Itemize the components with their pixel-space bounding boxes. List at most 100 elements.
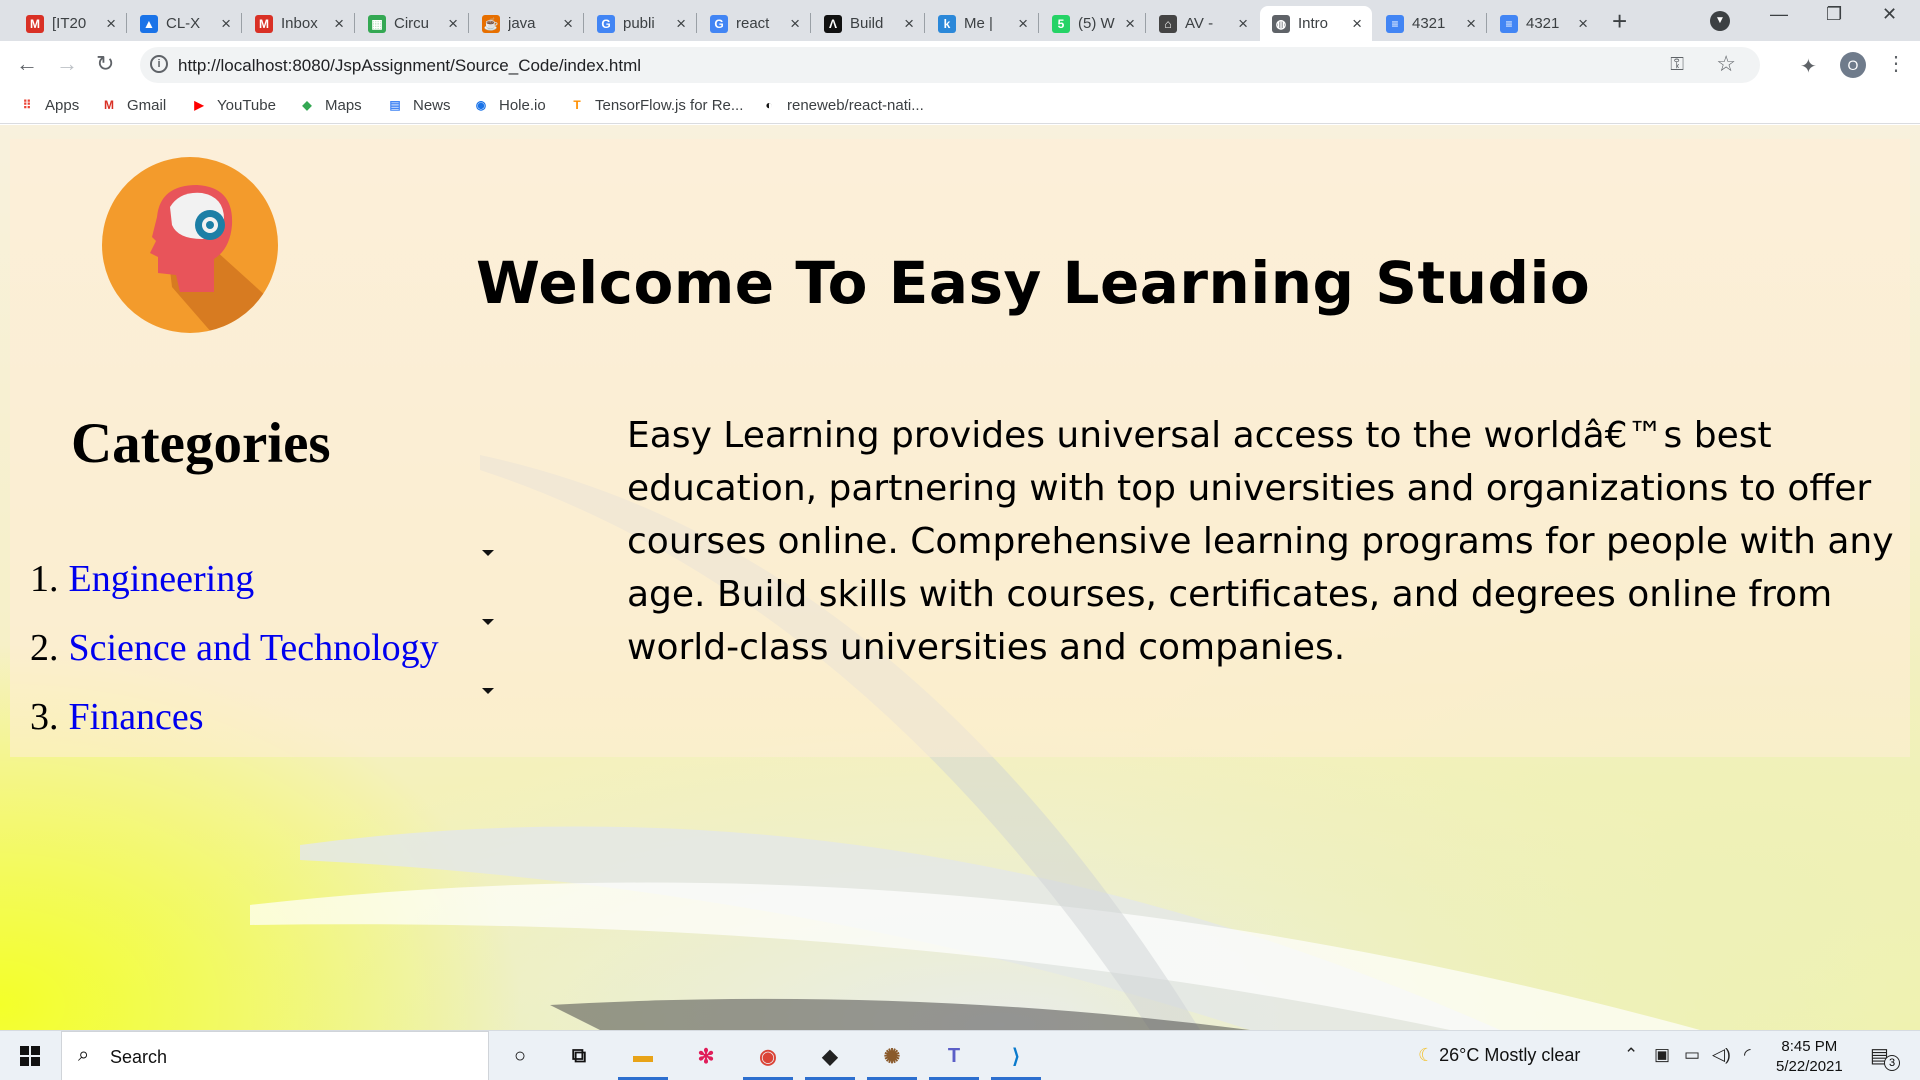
file-explorer-icon[interactable]: ▬ bbox=[626, 1039, 660, 1073]
address-bar[interactable]: i http://localhost:8080/JspAssignment/So… bbox=[140, 47, 1760, 83]
new-tab-button[interactable]: + bbox=[1612, 6, 1627, 37]
battery-icon[interactable]: ▭ bbox=[1684, 1045, 1700, 1065]
meet-icon[interactable]: ▣ bbox=[1654, 1045, 1670, 1065]
clock-date: 5/22/2021 bbox=[1776, 1058, 1843, 1075]
tab-title: java bbox=[508, 15, 536, 32]
taskbar-clock[interactable]: 8:45 PM 5/22/2021 bbox=[1776, 1037, 1843, 1077]
list-number: 3. bbox=[30, 695, 59, 738]
bookmark-item[interactable]: ◉ Hole.io bbox=[472, 96, 546, 114]
bookmark-item[interactable]: ◆ Maps bbox=[298, 96, 361, 114]
dropdown-caret-icon[interactable] bbox=[482, 688, 494, 694]
minimize-icon[interactable]: — bbox=[1770, 4, 1788, 25]
wifi-icon[interactable]: ◜ bbox=[1744, 1045, 1751, 1065]
google-icon: G bbox=[597, 14, 615, 33]
dropdown-caret-icon[interactable] bbox=[482, 619, 494, 625]
site-info-icon[interactable]: i bbox=[150, 55, 168, 73]
close-tab-icon[interactable]: × bbox=[1125, 14, 1135, 34]
gmail-icon: M bbox=[255, 14, 273, 33]
close-tab-icon[interactable]: × bbox=[790, 14, 800, 34]
close-tab-icon[interactable]: × bbox=[221, 14, 231, 34]
slack-icon[interactable]: ✻ bbox=[689, 1039, 723, 1073]
bookmark-item[interactable]: M Gmail bbox=[100, 96, 166, 114]
browser-tab[interactable]: ▦ Circu × bbox=[356, 6, 468, 41]
tab-separator bbox=[241, 13, 242, 33]
browser-tab[interactable]: M [IT20 × bbox=[14, 6, 126, 41]
category-link-science[interactable]: Science and Technology bbox=[69, 626, 439, 670]
bookmark-item[interactable]: ◐ reneweb/react-nati... bbox=[760, 96, 923, 114]
profile-avatar[interactable]: O bbox=[1840, 52, 1866, 78]
browser-tab[interactable]: ◍ Intro × bbox=[1260, 6, 1372, 41]
restore-icon[interactable]: ❐ bbox=[1826, 4, 1842, 25]
tab-title: CL-X bbox=[166, 15, 201, 32]
close-tab-icon[interactable]: × bbox=[676, 14, 686, 34]
tab-title: Intro bbox=[1298, 15, 1329, 32]
cortana-icon[interactable]: ○ bbox=[503, 1039, 537, 1073]
tray-chevron-icon[interactable]: ⌃ bbox=[1624, 1045, 1638, 1065]
windows-start-icon[interactable] bbox=[20, 1046, 40, 1066]
browser-tab[interactable]: ▲ CL-X × bbox=[128, 6, 241, 41]
reload-icon[interactable]: ↻ bbox=[96, 51, 114, 77]
close-tab-icon[interactable]: × bbox=[334, 14, 344, 34]
gmail-icon: M bbox=[104, 98, 114, 112]
forward-icon[interactable]: → bbox=[56, 51, 78, 77]
bookmark-item[interactable]: ▶ YouTube bbox=[190, 96, 276, 114]
bookmark-item[interactable]: ⠿ Apps bbox=[18, 96, 80, 114]
extensions-icon[interactable]: ✦ bbox=[1800, 54, 1817, 79]
github-icon: ◐ bbox=[765, 98, 773, 112]
maps-icon: ◆ bbox=[302, 98, 312, 112]
close-tab-icon[interactable]: × bbox=[1238, 14, 1248, 34]
browser-tab[interactable]: Greact × bbox=[698, 6, 810, 41]
close-tab-icon[interactable]: × bbox=[904, 14, 914, 34]
url-text[interactable]: http://localhost:8080/JspAssignment/Sour… bbox=[178, 56, 641, 76]
browser-tab[interactable]: 5 (5) W × bbox=[1040, 6, 1145, 41]
task-view-icon[interactable]: ⧉ bbox=[562, 1039, 596, 1073]
bookmark-star-icon[interactable]: ☆ bbox=[1716, 51, 1736, 77]
vscode-icon[interactable]: ⟩ bbox=[999, 1039, 1033, 1073]
browser-tab[interactable]: Λ Build × bbox=[812, 6, 924, 41]
docs-icon: ≡ bbox=[1500, 14, 1518, 33]
google-icon: G bbox=[710, 14, 728, 33]
close-tab-icon[interactable]: × bbox=[563, 14, 573, 34]
java-icon: ☕ bbox=[482, 14, 500, 33]
bookmarks-bar: ⠿ Apps M Gmail ▶ YouTube ◆ Maps ▤ News ◉ Hole.io T Te… bbox=[0, 89, 1920, 124]
tab-separator bbox=[1038, 13, 1039, 33]
description-text: Easy Learning provides universal access … bbox=[627, 415, 1894, 668]
close-tab-icon[interactable]: × bbox=[1466, 14, 1476, 34]
tab-title: Circu bbox=[394, 15, 430, 32]
apps-icon: ⠿ bbox=[22, 98, 32, 112]
close-tab-icon[interactable]: × bbox=[1352, 14, 1362, 34]
browser-tab[interactable]: ⌂ AV - × bbox=[1147, 6, 1258, 41]
category-item-engineering: 1. Engineering bbox=[30, 544, 500, 613]
browser-tab[interactable]: ≡ 4321 × bbox=[1488, 6, 1598, 41]
game-icon[interactable]: ✺ bbox=[875, 1039, 909, 1073]
tab-title: Inbox bbox=[281, 15, 318, 32]
close-tab-icon[interactable]: × bbox=[1578, 14, 1588, 34]
category-link-finances[interactable]: Finances bbox=[69, 695, 204, 739]
predator-icon[interactable]: ◆ bbox=[813, 1039, 847, 1073]
tab-separator bbox=[1486, 13, 1487, 33]
dropdown-caret-icon[interactable] bbox=[482, 550, 494, 556]
browser-tab[interactable]: ≡ 4321 × bbox=[1374, 6, 1486, 41]
close-window-icon[interactable]: ✕ bbox=[1882, 4, 1897, 25]
weather-widget[interactable]: ☾ 26°C Mostly clear bbox=[1418, 1045, 1580, 1066]
close-tab-icon[interactable]: × bbox=[1018, 14, 1028, 34]
category-item-science: 2. Science and Technology bbox=[30, 613, 500, 682]
browser-tab[interactable]: k Me | × bbox=[926, 6, 1038, 41]
browser-tab[interactable]: Gpubli × bbox=[585, 6, 696, 41]
bookmark-label: TensorFlow.js for Re... bbox=[595, 96, 744, 114]
close-tab-icon[interactable]: × bbox=[448, 14, 458, 34]
back-icon[interactable]: ← bbox=[16, 51, 38, 77]
teams-icon[interactable]: T bbox=[937, 1039, 971, 1073]
close-tab-icon[interactable]: × bbox=[106, 14, 116, 34]
key-icon[interactable]: ⚿ bbox=[1670, 54, 1684, 75]
tab-search-icon[interactable]: ▼ bbox=[1710, 11, 1730, 31]
menu-icon[interactable]: ⋮ bbox=[1886, 51, 1906, 76]
taskbar-search-box[interactable]: ⌕ Search bbox=[61, 1031, 489, 1080]
category-link-engineering[interactable]: Engineering bbox=[69, 557, 255, 601]
bookmark-item[interactable]: ▤ News bbox=[386, 96, 450, 114]
browser-tab[interactable]: M Inbox × bbox=[243, 6, 354, 41]
bookmark-item[interactable]: T TensorFlow.js for Re... bbox=[568, 96, 743, 114]
chrome-icon[interactable]: ◉ bbox=[751, 1039, 785, 1073]
browser-tab[interactable]: ☕ java × bbox=[470, 6, 583, 41]
volume-icon[interactable]: ◁) bbox=[1712, 1045, 1731, 1065]
